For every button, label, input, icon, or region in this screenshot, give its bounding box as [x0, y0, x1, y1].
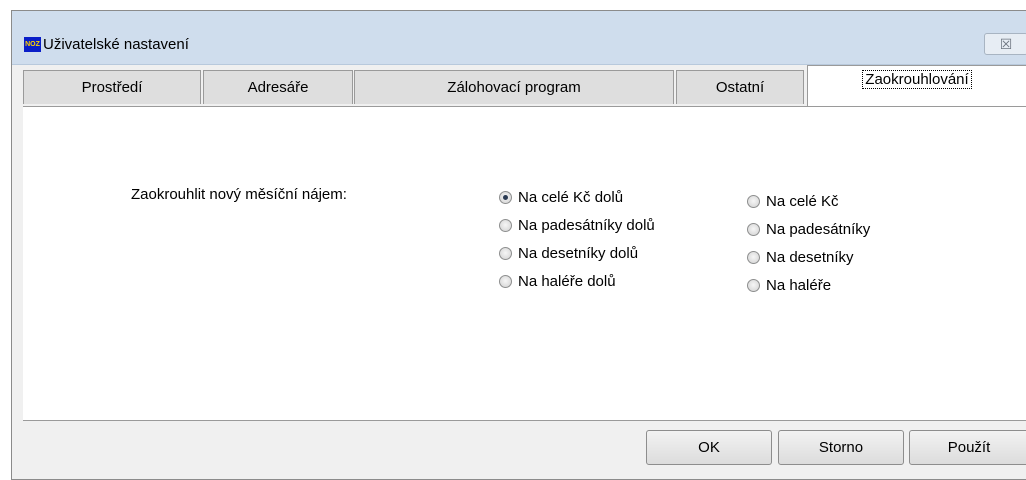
radio-label: Na desetníky — [766, 248, 854, 266]
radio-label: Na haléře — [766, 276, 832, 294]
radio-option-desetniky-dolu[interactable]: Na desetníky dolů — [499, 242, 638, 264]
radio-label: Na haléře dolů — [518, 272, 616, 290]
settings-window: NOZ Uživatelské nastavení ☒ Prostředí Ad… — [11, 10, 1026, 480]
app-icon: NOZ — [24, 37, 41, 52]
tab-ostatni[interactable]: Ostatní — [676, 70, 804, 104]
tab-adresare[interactable]: Adresáře — [203, 70, 353, 104]
radio-label: Na desetníky dolů — [518, 244, 639, 262]
tab-zaokrouhlovani[interactable]: Zaokrouhlování — [807, 65, 1026, 106]
radio-icon[interactable] — [499, 246, 512, 260]
radio-label: Na celé Kč dolů — [518, 188, 624, 206]
ok-button[interactable]: OK — [646, 430, 772, 465]
radio-icon[interactable] — [747, 222, 760, 236]
radio-option-halere[interactable]: Na haléře — [747, 274, 831, 296]
radio-label: Na padesátníky dolů — [518, 216, 655, 234]
radio-option-cele-kc-dolu[interactable]: Na celé Kč dolů — [499, 186, 623, 208]
radio-selected-icon[interactable] — [499, 190, 512, 204]
window-title: Uživatelské nastavení — [43, 36, 189, 53]
radio-option-cele-kc[interactable]: Na celé Kč — [747, 190, 839, 212]
tab-label: Prostředí — [81, 79, 143, 96]
radio-option-desetniky[interactable]: Na desetníky — [747, 246, 854, 268]
title-bar: NOZ Uživatelské nastavení ☒ — [12, 11, 1026, 65]
apply-button[interactable]: Použít — [909, 430, 1026, 465]
radio-icon[interactable] — [499, 218, 512, 232]
tab-label: Zálohovací program — [447, 79, 581, 96]
radio-option-padesatniky[interactable]: Na padesátníky — [747, 218, 870, 240]
tab-label: Adresáře — [247, 79, 309, 96]
tab-label: Ostatní — [715, 79, 765, 96]
tab-label: Zaokrouhlování — [862, 70, 972, 89]
radio-option-padesatniky-dolu[interactable]: Na padesátníky dolů — [499, 214, 655, 236]
tab-prostredi[interactable]: Prostředí — [23, 70, 201, 104]
tab-content: Zaokrouhlit nový měsíční nájem: Na celé … — [23, 106, 1026, 421]
radio-icon[interactable] — [747, 250, 760, 264]
close-icon[interactable]: ☒ — [984, 33, 1026, 55]
radio-icon[interactable] — [747, 194, 760, 208]
radio-option-halere-dolu[interactable]: Na haléře dolů — [499, 270, 616, 292]
tab-bar: Prostředí Adresáře Zálohovací program Os… — [23, 65, 1026, 110]
cancel-button[interactable]: Storno — [778, 430, 904, 465]
rounding-label: Zaokrouhlit nový měsíční nájem: — [131, 186, 347, 203]
radio-icon[interactable] — [499, 274, 512, 288]
radio-label: Na padesátníky — [766, 220, 871, 238]
radio-icon[interactable] — [747, 278, 760, 292]
radio-label: Na celé Kč — [766, 192, 839, 210]
tab-zalohovaci-program[interactable]: Zálohovací program — [354, 70, 674, 104]
